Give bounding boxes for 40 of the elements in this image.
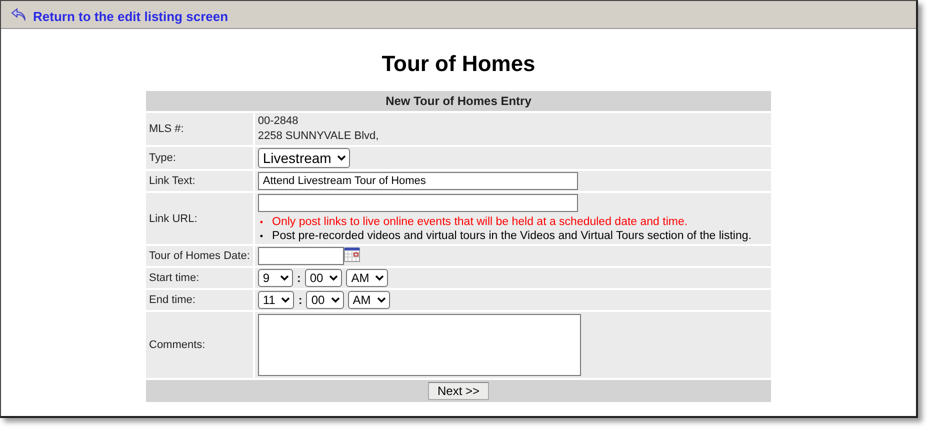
dropdown[interactable]: 9 xyxy=(258,269,293,287)
back-arrow-icon[interactable] xyxy=(11,8,27,22)
dropdown[interactable]: AM xyxy=(346,269,388,287)
chevron-down-icon xyxy=(280,275,289,281)
dropdown[interactable]: 00 xyxy=(304,269,342,287)
calendar-icon[interactable] xyxy=(344,247,360,262)
time-separator: : xyxy=(298,293,302,307)
field-label: Comments: xyxy=(149,339,206,351)
form-heading: New Tour of Homes Entry xyxy=(146,91,771,111)
note-text: Only post links to live online events that will be held at a scheduled date and time. xyxy=(272,215,688,229)
dropdown[interactable]: 00 xyxy=(306,291,344,309)
note-text: Post pre-recorded videos and virtual tours in the Videos and Virtual Tours section of the listing. xyxy=(272,229,752,243)
chevron-down-icon xyxy=(375,275,384,281)
dropdown[interactable]: 11 xyxy=(258,291,294,309)
bullet-mark: • xyxy=(260,230,264,243)
chevron-down-icon xyxy=(329,275,338,281)
chevron-down-icon xyxy=(376,297,386,303)
info-text: 2258 SUNNYVALE Blvd, xyxy=(258,129,380,144)
dropdown[interactable]: Livestream xyxy=(258,148,350,168)
page-title: Tour of Homes xyxy=(380,51,536,77)
field-label: End time: xyxy=(149,294,196,306)
time-separator: : xyxy=(296,271,301,285)
field-label: Type: xyxy=(149,152,176,164)
bullet-mark: • xyxy=(260,216,264,229)
text-field[interactable] xyxy=(258,194,578,212)
field-label: Tour of Homes Date: xyxy=(149,250,250,262)
chevron-down-icon xyxy=(330,297,340,303)
back-link[interactable]: Return to the edit listing screen xyxy=(33,8,228,24)
field-label: MLS #: xyxy=(149,123,184,135)
text-field[interactable]: Attend Livestream Tour of Homes xyxy=(258,172,578,190)
field-label: Start time: xyxy=(149,272,200,284)
dropdown[interactable]: AM xyxy=(348,291,390,309)
field-label: Link URL: xyxy=(149,212,198,224)
chevron-down-icon xyxy=(281,297,290,303)
chevron-down-icon xyxy=(337,155,346,161)
info-text: 00-2848 xyxy=(258,114,300,129)
field-label: Link Text: xyxy=(149,175,196,187)
next-button[interactable]: Next >> xyxy=(428,382,489,400)
comments-field[interactable] xyxy=(258,314,581,376)
date-field[interactable] xyxy=(258,247,344,265)
